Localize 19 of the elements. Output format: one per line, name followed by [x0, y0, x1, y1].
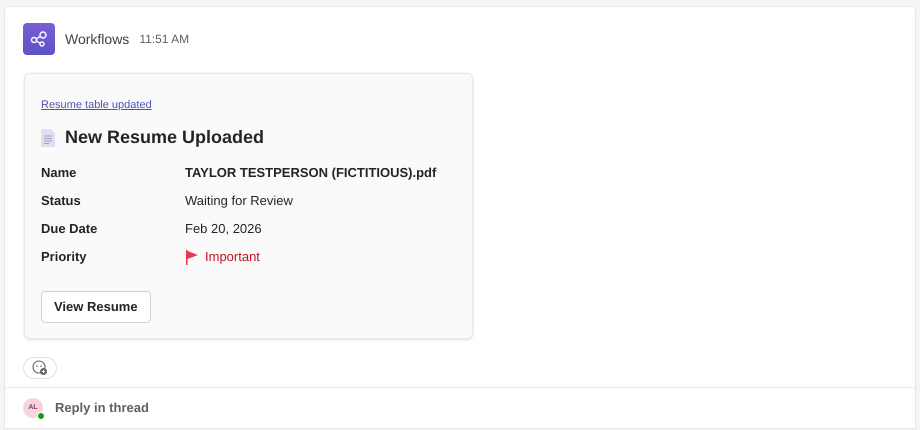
fact-value: Feb 20, 2026: [185, 220, 262, 238]
sender-name: Workflows: [65, 30, 130, 48]
fact-label: Due Date: [41, 220, 98, 238]
fact-label: Status: [41, 192, 82, 210]
card-title: New Resume Uploaded: [65, 126, 264, 149]
add-reaction-button[interactable]: [23, 357, 57, 380]
flag-icon: [185, 250, 199, 264]
fact-label: Priority: [41, 248, 88, 266]
reply-in-thread[interactable]: Reply in thread: [55, 398, 149, 418]
fact-value: Waiting for Review: [185, 192, 293, 210]
document-icon: [41, 128, 55, 146]
fact-label: Name: [41, 164, 78, 182]
fact-value: Important: [205, 248, 260, 266]
view-resume-button[interactable]: View Resume: [41, 291, 151, 323]
emoji-add-icon: [32, 360, 48, 376]
share-nodes-icon: [30, 31, 48, 47]
message-time: 11:51 AM: [139, 31, 190, 48]
fact-value: TAYLOR TESTPERSON (FICTITIOUS).pdf: [185, 164, 436, 182]
update-link[interactable]: Resume table updated: [41, 99, 152, 111]
